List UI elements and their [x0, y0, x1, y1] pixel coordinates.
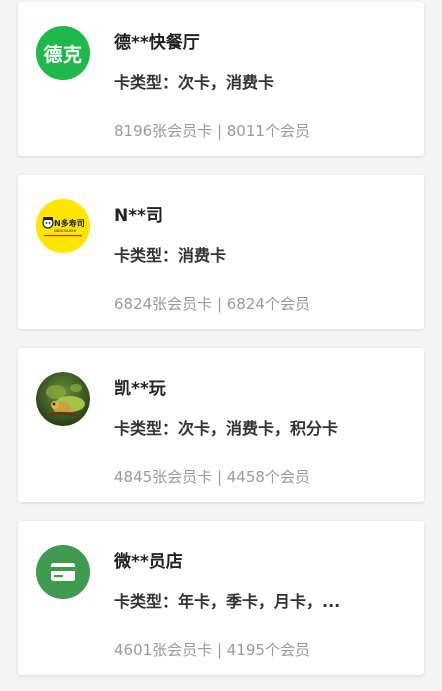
member-stats: 4845张会员卡 | 4458个会员 — [114, 468, 310, 486]
member-stats: 4601张会员卡 | 4195个会员 — [114, 641, 310, 659]
card-types: 卡类型：次卡，消费卡，积分卡 — [114, 419, 339, 438]
card-types: 卡类型：消费卡 — [114, 246, 227, 265]
member-stats: 8196张会员卡 | 8011个会员 — [114, 122, 310, 140]
logo-text: N多寿司 — [54, 218, 85, 228]
card-types: 卡类型：次卡，消费卡 — [114, 73, 275, 92]
merchant-name: 微**员店 — [114, 552, 183, 572]
merchant-avatar — [36, 545, 90, 599]
chameleon-photo-icon — [36, 372, 90, 426]
merchant-avatar: N多寿司 NDUOSUSHI — [36, 199, 90, 253]
merchant-list: 德克 德**快餐厅 卡类型：次卡，消费卡 8196张会员卡 | 8011个会员 … — [0, 0, 442, 691]
merchant-name: N**司 — [114, 206, 164, 226]
merchant-card[interactable]: 凯**玩 卡类型：次卡，消费卡，积分卡 4845张会员卡 | 4458个会员 — [18, 348, 424, 502]
card-types: 卡类型：年卡，季卡，月卡，... — [114, 592, 341, 611]
merchant-card[interactable]: N多寿司 NDUOSUSHI N**司 卡类型：消费卡 6824张会员卡 | 6… — [18, 175, 424, 329]
merchant-avatar — [36, 372, 90, 426]
merchant-card[interactable]: 德克 德**快餐厅 卡类型：次卡，消费卡 8196张会员卡 | 8011个会员 — [18, 2, 424, 156]
merchant-avatar: 德克 — [36, 26, 90, 80]
merchant-card[interactable]: 微**员店 卡类型：年卡，季卡，月卡，... 4601张会员卡 | 4195个会… — [18, 521, 424, 675]
logo-subtext: NDUOSUSHI — [54, 229, 76, 233]
card-icon — [51, 563, 75, 581]
avatar-text: 德克 — [43, 43, 83, 66]
merchant-name: 凯**玩 — [114, 379, 166, 399]
sushi-logo-icon: N多寿司 NDUOSUSHI — [36, 199, 90, 253]
member-stats: 6824张会员卡 | 6824个会员 — [114, 295, 310, 313]
merchant-name: 德**快餐厅 — [114, 33, 200, 53]
